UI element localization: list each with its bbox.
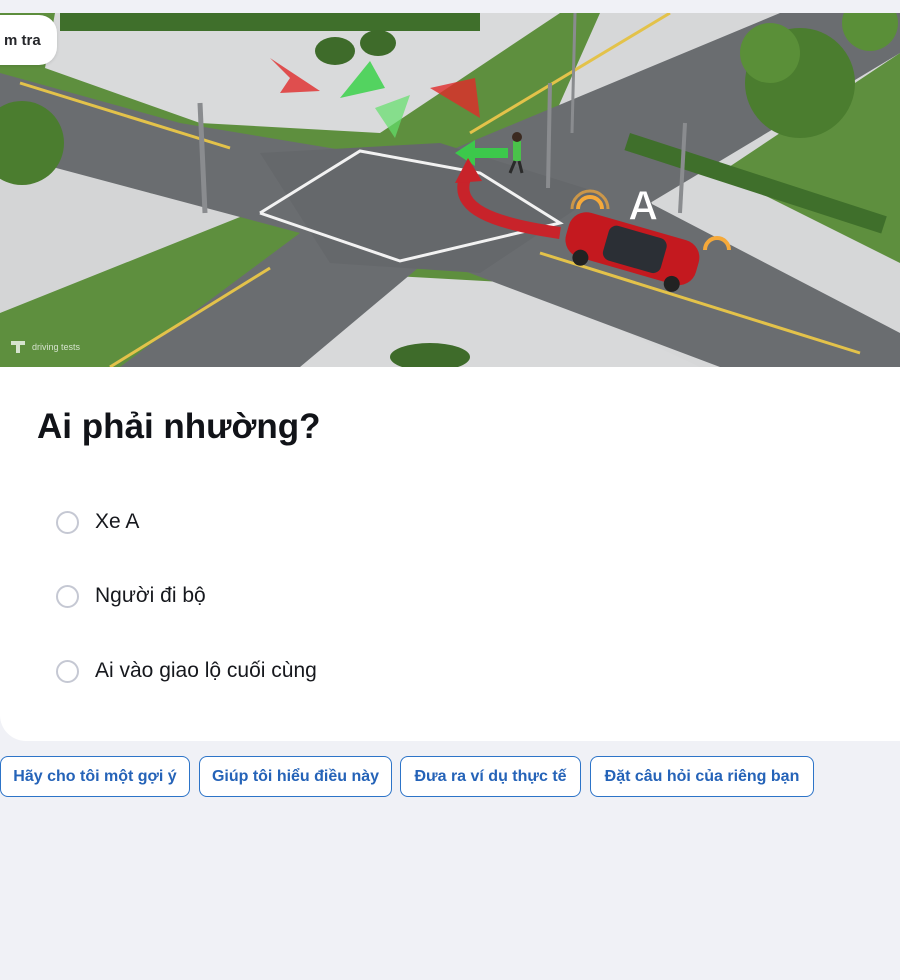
answer-label: Người đi bộ <box>95 584 206 607</box>
radio-button[interactable] <box>56 510 79 534</box>
question-card: A m tra driving tests Ai phải nhường? Xe… <box>0 13 900 741</box>
tab-label-chip[interactable]: m tra <box>0 15 57 65</box>
answer-label: Xe A <box>95 510 140 533</box>
answer-option-2[interactable]: Người đi bộ <box>56 581 206 611</box>
car-a-label: A <box>628 182 658 229</box>
answer-label: Ai vào giao lộ cuối cùng <box>95 659 317 682</box>
question-title: Ai phải nhường? <box>37 407 321 446</box>
radio-button[interactable] <box>56 584 79 608</box>
hint-button[interactable]: Hãy cho tôi một gợi ý <box>0 756 190 797</box>
watermark-text: driving tests <box>32 341 81 352</box>
tab-label: m tra <box>4 31 41 49</box>
ask-own-question-button[interactable]: Đặt câu hỏi của riêng bạn <box>590 756 814 797</box>
answer-option-3[interactable]: Ai vào giao lộ cuối cùng <box>56 656 317 686</box>
radio-button[interactable] <box>56 659 79 683</box>
intersection-illustration: A <box>0 13 900 367</box>
answer-option-1[interactable]: Xe A <box>56 507 139 537</box>
watermark: driving tests <box>8 337 80 357</box>
driving-tests-logo-icon <box>11 341 25 353</box>
explain-button[interactable]: Giúp tôi hiểu điều này <box>199 756 392 797</box>
real-example-button[interactable]: Đưa ra ví dụ thực tế <box>400 756 581 797</box>
